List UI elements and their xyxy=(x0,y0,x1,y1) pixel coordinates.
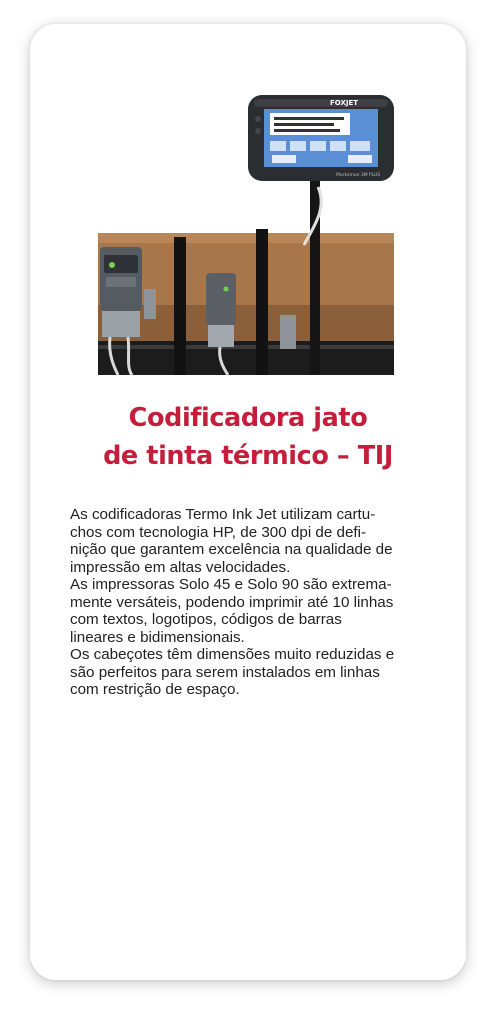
device-model-label: Marksman 3M PLUS xyxy=(336,172,380,178)
product-card: FOXJET Marksman 3M PLUS Codificadora jat… xyxy=(30,24,466,980)
description-line: são perfeitos para serem instalados em l… xyxy=(70,663,380,681)
product-description: As codificadoras Termo Ink Jet utilizam … xyxy=(70,506,430,699)
brand-logo: FOXJET xyxy=(330,99,358,107)
description-line: com restrição de espaço. xyxy=(70,681,240,698)
description-line: impressão em altas velocidades. xyxy=(70,558,291,576)
description-line: nição que garantem excelência na qualida… xyxy=(70,541,393,558)
title-line-1: Codificadora jato xyxy=(128,403,368,433)
description-line: As impressoras Solo 45 e Solo 90 são ext… xyxy=(70,576,392,593)
description-line: chos com tecnologia HP, de 300 dpi de de… xyxy=(70,523,367,541)
description-line: As codificadoras Termo Ink Jet utilizam … xyxy=(70,506,376,523)
description-line: mente versáteis, podendo imprimir até 10… xyxy=(70,593,394,611)
product-image: FOXJET Marksman 3M PLUS xyxy=(98,95,394,376)
description-line: com textos, logotipos, códigos de barras xyxy=(70,611,342,628)
title-line-2: de tinta térmico – TIJ xyxy=(103,441,393,471)
product-title: Codificadora jato de tinta térmico – TIJ xyxy=(30,399,466,475)
description-line: lineares e bidimensionais. xyxy=(70,628,245,646)
description-line: Os cabeçotes têm dimensões muito reduzid… xyxy=(70,646,395,663)
